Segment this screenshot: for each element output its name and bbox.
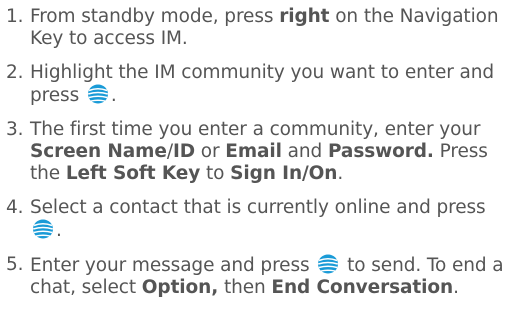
step-5: 5. Enter your message and press to send.…	[6, 254, 517, 299]
step-text: Highlight the IM community you want to e…	[30, 62, 495, 106]
step-4: 4. Select a contact that is currently on…	[6, 197, 517, 242]
step-number: 3.	[6, 119, 24, 140]
att-globe-icon	[317, 254, 339, 274]
step-1: 1. From standby mode, press right on the…	[6, 6, 517, 50]
steps-list: 1. From standby mode, press right on the…	[6, 6, 517, 299]
step-number: 5.	[6, 254, 24, 275]
step-text: Enter your message and press to send. To…	[30, 254, 504, 298]
step-number: 1.	[6, 6, 24, 27]
step-number: 4.	[6, 197, 24, 218]
step-text: From standby mode, press right on the Na…	[30, 6, 499, 49]
att-globe-icon	[32, 219, 54, 239]
step-number: 2.	[6, 62, 24, 83]
step-3: 3. The first time you enter a community,…	[6, 119, 517, 185]
step-text: Select a contact that is currently onlin…	[30, 197, 486, 241]
instruction-page: 1. From standby mode, press right on the…	[0, 0, 517, 336]
step-text: The first time you enter a community, en…	[30, 119, 488, 184]
att-globe-icon	[87, 84, 109, 104]
step-2: 2. Highlight the IM community you want t…	[6, 62, 517, 107]
